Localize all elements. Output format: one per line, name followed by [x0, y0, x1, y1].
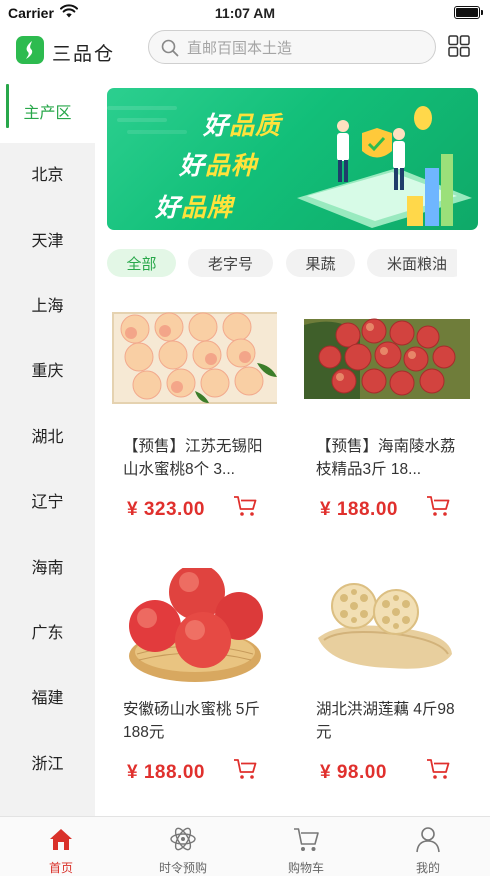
add-to-cart-icon[interactable]: [233, 758, 257, 780]
sidebar-item-fujian[interactable]: 福建: [0, 663, 95, 728]
tab-rice-flour-oil[interactable]: 米面粮油: [367, 249, 457, 277]
tab-time-honored-brands[interactable]: 老字号: [188, 249, 273, 277]
sidebar-item-label: 福建: [31, 689, 64, 707]
sidebar-item-liaoning[interactable]: 辽宁: [0, 467, 95, 532]
sidebar-item-label: 天津: [31, 232, 64, 250]
product-image-lotus-root: [318, 583, 452, 669]
sidebar-item-label: 北京: [31, 166, 64, 184]
product-card[interactable]: 【预售】江苏无锡阳山水蜜桃8个 3... ¥ 323.00: [107, 305, 277, 545]
sidebar-item-label: 广东: [31, 624, 64, 642]
bottom-tab-bar: 首页 时令预购 购物车 我的: [0, 816, 490, 876]
user-icon: [416, 827, 440, 853]
product-price: ¥ 323.00: [127, 499, 205, 520]
tab-fruits-vegetables[interactable]: 果蔬: [286, 249, 355, 277]
sidebar-item-tianjin[interactable]: 天津: [0, 206, 95, 271]
atom-icon: [170, 827, 196, 851]
tab-seasonal-preorder[interactable]: 时令预购: [122, 817, 244, 876]
product-name: 【预售】江苏无锡阳山水蜜桃8个 3...: [123, 438, 263, 478]
battery-icon: [454, 6, 483, 19]
leaf-icon: [26, 41, 33, 59]
sidebar-item-label: 辽宁: [31, 493, 64, 511]
add-to-cart-icon[interactable]: [426, 495, 450, 517]
add-to-cart-icon[interactable]: [426, 758, 450, 780]
product-name: 安徽砀山水蜜桃 5斤 188元: [123, 701, 260, 741]
sidebar-item-zhejiang[interactable]: 浙江: [0, 729, 95, 794]
product-name: 【预售】海南陵水荔枝精品3斤 18...: [316, 438, 456, 478]
tab-label: 购物车: [287, 861, 324, 875]
tab-cart[interactable]: 购物车: [245, 817, 367, 876]
product-price: ¥ 188.00: [320, 499, 398, 520]
search-icon: [161, 39, 179, 57]
sidebar-item-hubei[interactable]: 湖北: [0, 402, 95, 467]
category-tabs: 全部 老字号 果蔬 米面粮油: [107, 249, 457, 277]
product-image-lychees: [304, 318, 470, 399]
product-image-peaches-box: [112, 312, 277, 404]
tab-label: 首页: [48, 861, 73, 875]
product-name: 湖北洪湖莲藕 4斤98元: [316, 701, 455, 741]
banner-slogan-1: 好品质: [203, 112, 282, 140]
sidebar-item-hainan[interactable]: 海南: [0, 533, 95, 598]
product-card[interactable]: 安徽砀山水蜜桃 5斤 188元 ¥ 188.00: [107, 568, 277, 808]
cart-icon: [294, 828, 319, 851]
product-card[interactable]: 湖北洪湖莲藕 4斤98元 ¥ 98.00: [300, 568, 470, 808]
sidebar-item-chongqing[interactable]: 重庆: [0, 336, 95, 401]
product-price: ¥ 188.00: [127, 762, 205, 783]
product-image-peaches-basket: [129, 568, 263, 682]
sidebar-item-label: 主产区: [23, 104, 72, 122]
search-input[interactable]: [187, 37, 422, 59]
add-to-cart-icon[interactable]: [233, 495, 257, 517]
tab-all[interactable]: 全部: [107, 249, 176, 277]
tab-label: 我的: [415, 861, 440, 875]
region-sidebar: 主产区 北京 天津 上海 重庆 湖北 辽宁 海南 广东 福建 浙江: [0, 78, 95, 816]
product-price: ¥ 98.00: [320, 762, 387, 783]
banner-slogan-3: 好品牌: [155, 194, 234, 222]
sidebar-item-label: 浙江: [31, 755, 64, 773]
search-bar[interactable]: [148, 30, 436, 64]
app-logo: [16, 36, 44, 64]
sidebar-item-label: 重庆: [31, 362, 64, 380]
tab-profile[interactable]: 我的: [367, 817, 489, 876]
app-header: 三品仓: [0, 26, 490, 78]
sidebar-item-label: 海南: [31, 559, 64, 577]
promo-banner[interactable]: 好品质 好品种 好品牌: [107, 88, 478, 230]
tab-label: 时令预购: [158, 861, 207, 875]
app-name: 三品仓: [52, 44, 116, 65]
sidebar-item-label: 湖北: [31, 428, 64, 446]
grid-menu-icon[interactable]: [448, 35, 470, 57]
sidebar-item-label: 上海: [31, 297, 64, 315]
sidebar-item-shanghai[interactable]: 上海: [0, 271, 95, 336]
home-icon: [50, 829, 72, 850]
product-card[interactable]: 【预售】海南陵水荔枝精品3斤 18... ¥ 188.00: [300, 305, 470, 545]
sidebar-item-beijing[interactable]: 北京: [0, 140, 95, 205]
clock: 11:07 AM: [214, 5, 276, 21]
status-bar: Carrier 11:07 AM: [0, 0, 490, 26]
sidebar-item-guangdong[interactable]: 广东: [0, 598, 95, 663]
tab-home[interactable]: 首页: [0, 817, 122, 876]
sidebar-item-main-region[interactable]: 主产区: [0, 78, 95, 143]
banner-slogan-2: 好品种: [179, 152, 258, 180]
